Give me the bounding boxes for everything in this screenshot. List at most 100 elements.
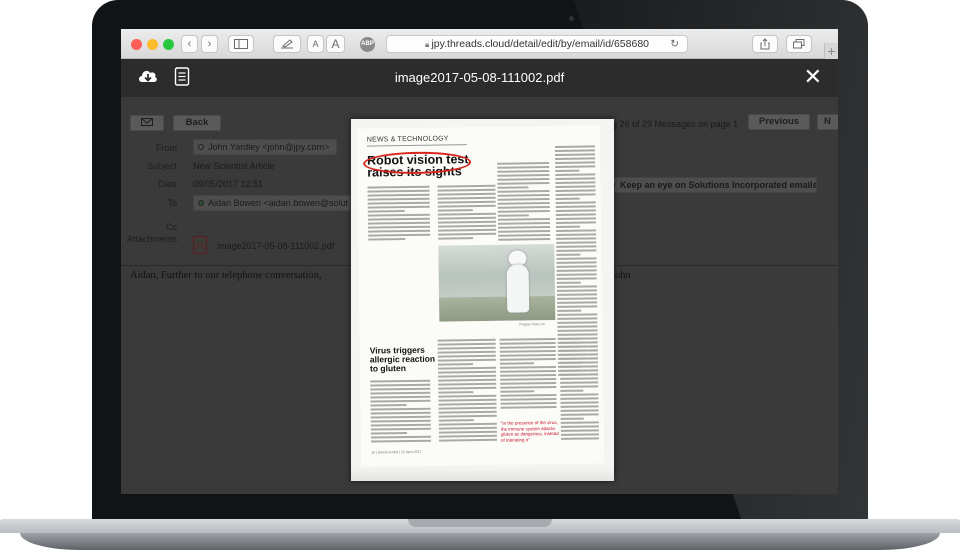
keep-eye-button[interactable]: Keep an eye on Solutions Incorporated em… [603,177,817,193]
text-line [557,333,598,336]
pull-quote: "In the presence of the virus, the immun… [500,419,559,443]
text-line [438,378,497,382]
text-line [499,349,556,353]
text-line [497,190,550,193]
envelope-icon [141,118,153,126]
text-line [560,369,599,372]
font-larger-button[interactable]: A [326,35,345,53]
text-line [438,394,497,398]
previous-button[interactable]: Previous [748,114,810,130]
annotate-button[interactable] [273,35,301,53]
minimize-window-button[interactable] [147,39,158,50]
text-line [498,238,551,241]
back-button[interactable]: Back [173,115,221,131]
photo-caption: Pepper looks on [519,322,545,327]
text-line [557,329,598,332]
reload-icon[interactable]: ↻ [670,36,679,52]
text-line [497,162,550,165]
base-bottom [20,533,940,550]
close-window-button[interactable] [131,39,142,50]
text-line [559,349,598,352]
text-line [555,181,596,184]
text-line [497,198,550,201]
text-line [556,285,597,288]
tabs-overview-button[interactable] [786,35,812,53]
text-line [560,373,599,376]
text-line [557,325,598,328]
text-line [499,337,556,341]
new-tab-button[interactable]: + [824,43,838,59]
text-column-8 [559,337,600,442]
contact-status-icon [198,144,204,150]
article-subheadline: Virus triggers allergic reaction to glut… [369,344,436,374]
text-line [556,253,581,256]
text-line [555,169,580,172]
text-line [499,345,556,349]
share-button[interactable] [752,35,778,53]
email-button[interactable] [130,115,164,131]
text-line [557,305,598,308]
pen-icon [281,39,293,49]
webcam [569,16,574,21]
close-viewer-button[interactable]: ✕ [804,65,822,89]
text-line [556,265,597,268]
text-line [370,423,431,427]
text-line [500,393,557,397]
text-line [557,313,598,316]
pdf-page-preview[interactable]: NEWS & TECHNOLOGY Robot vision test rais… [351,119,614,481]
laptop-base [0,519,960,550]
text-column-1 [367,185,431,243]
font-smaller-button[interactable]: A [307,35,324,53]
text-line [437,363,473,366]
sidebar-toggle-button[interactable] [228,35,254,53]
text-line [554,149,595,152]
text-line [367,185,430,189]
text-line [370,391,431,395]
text-column-3 [497,162,551,243]
text-line [437,350,496,354]
text-line [560,421,599,424]
text-column-2 [437,184,497,242]
text-line [370,419,431,423]
text-line [367,221,430,225]
text-line [500,385,557,389]
text-column-5 [370,379,432,445]
text-line [555,217,596,220]
to-label: To [167,198,177,208]
text-line [438,382,497,386]
attachment-link[interactable]: image2017-05-08-111002.pdf [217,241,334,251]
text-line [437,366,497,370]
text-line [555,189,596,192]
text-line [499,341,556,345]
text-line [370,411,431,415]
text-line [497,170,550,173]
text-line [438,426,497,430]
to-address-chip[interactable]: Aidan Bowen <aidan.bowen@solut [193,195,351,211]
opening-notch [408,519,552,527]
text-line [498,226,551,229]
pdf-viewer-header: image2017-05-08-111002.pdf ✕ [121,59,838,97]
fullscreen-window-button[interactable] [163,39,174,50]
text-line [497,178,550,181]
from-address-chip[interactable]: John Yardley <john@jpy.com> [193,139,337,155]
text-line [500,377,557,381]
tabs-icon [793,39,805,49]
text-line [500,397,557,401]
text-line [556,269,597,272]
adblock-icon[interactable]: ABP [360,37,375,52]
text-line [370,395,431,399]
date-label: Date [157,179,177,189]
next-button[interactable]: N [817,114,838,130]
back-nav-button[interactable]: ‹ [181,35,198,53]
text-line [497,166,550,169]
text-line [556,245,597,248]
text-line [556,249,597,252]
text-line [437,188,496,192]
address-bar[interactable]: 🔒︎ jpy.threads.cloud/detail/edit/by/emai… [386,35,688,53]
subject-value: New Scientist Article [193,161,275,171]
text-line [438,402,497,406]
email-body-text-right: ohn [615,270,631,281]
text-line [437,346,496,350]
forward-nav-button[interactable]: › [201,35,218,53]
text-line [560,397,599,400]
